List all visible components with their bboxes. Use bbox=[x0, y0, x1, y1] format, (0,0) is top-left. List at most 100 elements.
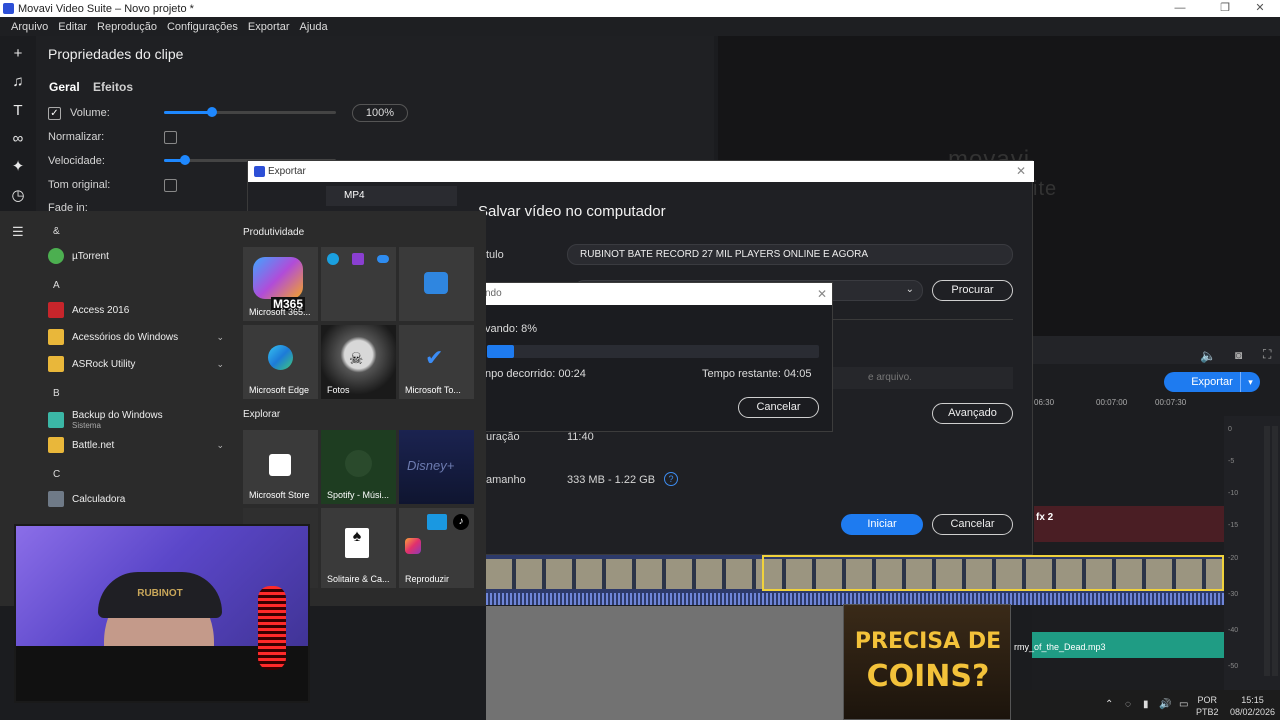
progress-dialog-title: ndo bbox=[485, 288, 502, 299]
start-button[interactable]: Iniciar bbox=[841, 514, 923, 535]
speed-label: Velocidade: bbox=[48, 155, 105, 167]
meter-tick: -30 bbox=[1228, 591, 1239, 598]
tile-todo[interactable]: ✔ Microsoft To... bbox=[399, 325, 474, 399]
cards-icon: ♠ bbox=[345, 528, 369, 558]
meter-tick: -5 bbox=[1228, 458, 1235, 465]
cancel-export-button[interactable]: Cancelar bbox=[932, 514, 1013, 535]
volume-value[interactable]: 100% bbox=[352, 104, 408, 122]
close-icon[interactable]: ✕ bbox=[1016, 161, 1026, 182]
video-track[interactable] bbox=[486, 555, 1224, 605]
app-utorrent[interactable]: µTorrent bbox=[48, 245, 228, 267]
clock-date: 08/02/2026 bbox=[1230, 707, 1276, 717]
original-tone-checkbox[interactable] bbox=[164, 179, 177, 192]
tile-store[interactable]: Microsoft Store bbox=[243, 430, 318, 504]
title-input[interactable]: RUBINOT BATE RECORD 27 MIL PLAYERS ONLIN… bbox=[567, 244, 1013, 265]
tile-reproduzir[interactable]: ♪ Reproduzir bbox=[399, 508, 474, 588]
letter-header[interactable]: A bbox=[53, 280, 60, 291]
app-access[interactable]: Access 2016 bbox=[48, 299, 228, 321]
tile-label: Microsoft To... bbox=[405, 385, 461, 395]
menu-ajuda[interactable]: Ajuda bbox=[300, 21, 328, 33]
tab-geral[interactable]: Geral bbox=[49, 80, 80, 94]
window-title: Movavi Video Suite – Novo projeto * bbox=[18, 2, 194, 15]
tile-label: Microsoft 365... bbox=[249, 307, 311, 317]
fullscreen-icon[interactable]: ⛶ bbox=[1263, 347, 1271, 362]
disney-logo: Disney+ bbox=[407, 458, 455, 473]
tile-edge[interactable]: Microsoft Edge bbox=[243, 325, 318, 399]
app-acessorios[interactable]: Acessórios do Windows ⌄ bbox=[48, 326, 228, 348]
title-label: tulo bbox=[486, 249, 504, 261]
preview-watermark-2: ite bbox=[1033, 178, 1058, 200]
monitor-icon[interactable]: ▭ bbox=[1179, 699, 1188, 710]
video-clip-fx[interactable] bbox=[1034, 506, 1224, 542]
app-label: Battle.net bbox=[72, 439, 115, 451]
tile-m365[interactable]: M365 Microsoft 365... bbox=[243, 247, 318, 321]
format-mp4[interactable]: MP4 bbox=[326, 186, 457, 206]
normalize-checkbox[interactable] bbox=[164, 131, 177, 144]
app-calculadora[interactable]: Calculadora bbox=[48, 488, 228, 510]
microphone bbox=[258, 586, 286, 670]
volume-checkbox[interactable]: ✓ bbox=[48, 107, 61, 120]
letter-header[interactable]: B bbox=[53, 388, 60, 399]
volume-slider-fill bbox=[164, 111, 213, 114]
desktop-background bbox=[486, 606, 846, 720]
add-icon[interactable]: + bbox=[8, 44, 28, 64]
tile-fotos[interactable]: ☠ Fotos bbox=[321, 325, 396, 399]
letter-header[interactable]: C bbox=[53, 469, 60, 480]
store-icon bbox=[269, 454, 291, 476]
snapshot-icon[interactable]: ◙ bbox=[1235, 348, 1242, 362]
usb-icon[interactable]: ▮ bbox=[1143, 699, 1149, 710]
volume-icon[interactable]: 🔈 bbox=[1200, 348, 1216, 364]
tile-label: Solitaire & Ca... bbox=[327, 574, 390, 584]
app-backup[interactable]: Backup do Windows Sistema bbox=[48, 406, 228, 434]
browse-button[interactable]: Procurar bbox=[932, 280, 1013, 301]
menu-exportar[interactable]: Exportar bbox=[248, 21, 290, 33]
keyboard-layout[interactable]: POR PTB2 bbox=[1196, 694, 1219, 718]
maximize-button[interactable]: ❐ bbox=[1205, 0, 1245, 17]
volume-slider[interactable] bbox=[164, 107, 336, 117]
speaker-icon[interactable]: 🔊 bbox=[1159, 699, 1171, 710]
menu-configuracoes[interactable]: Configurações bbox=[167, 21, 238, 33]
size-value: 333 MB - 1.22 GB bbox=[567, 474, 656, 486]
hamburger-icon[interactable]: ☰ bbox=[12, 224, 24, 240]
minimize-button[interactable]: — bbox=[1160, 0, 1200, 17]
cancel-progress-button[interactable]: Cancelar bbox=[738, 397, 819, 418]
tile-outlook[interactable] bbox=[399, 247, 474, 321]
effects-icon[interactable]: ✦ bbox=[8, 157, 28, 177]
utorrent-icon bbox=[48, 248, 64, 264]
volume-slider-knob[interactable] bbox=[207, 107, 218, 117]
tile-spotify[interactable]: Spotify - Músi... bbox=[321, 430, 396, 504]
tab-efeitos[interactable]: Efeitos bbox=[93, 80, 133, 94]
folder-icon bbox=[48, 329, 64, 345]
close-button[interactable]: ✕ bbox=[1240, 0, 1280, 17]
text-icon[interactable]: T bbox=[8, 101, 28, 121]
help-icon[interactable]: ? bbox=[664, 472, 678, 486]
menu-reproducao[interactable]: Reprodução bbox=[97, 21, 157, 33]
transitions-icon[interactable]: ∞ bbox=[8, 129, 28, 149]
close-icon[interactable]: ✕ bbox=[817, 283, 827, 305]
speed-slider-knob[interactable] bbox=[179, 155, 190, 165]
advanced-button[interactable]: Avançado bbox=[932, 403, 1013, 424]
network-icon[interactable]: ◌ bbox=[1125, 699, 1131, 710]
app-battlenet[interactable]: Battle.net ⌄ bbox=[48, 434, 228, 456]
level-meter: 0 -5 -10 -15 -20 -30 -40 -50 bbox=[1224, 416, 1280, 691]
chevron-up-icon[interactable]: ⌃ bbox=[1105, 699, 1113, 710]
timecode-2: 00:07:00 bbox=[1096, 398, 1128, 407]
app-asrock[interactable]: ASRock Utility ⌄ bbox=[48, 353, 228, 375]
outlook-icon bbox=[424, 272, 448, 294]
menu-arquivo[interactable]: Arquivo bbox=[11, 21, 48, 33]
letter-header[interactable]: & bbox=[53, 226, 60, 237]
promo-banner: PRECISA DE COINS? bbox=[843, 604, 1011, 720]
tile-label: Microsoft Store bbox=[249, 490, 310, 500]
app-label: Calculadora bbox=[72, 493, 126, 505]
menu-editar[interactable]: Editar bbox=[58, 21, 87, 33]
clock[interactable]: 15:15 08/02/2026 bbox=[1230, 694, 1275, 718]
timeline-area: 🔈 ◙ ⛶ Exportar ▾ 06:30 00:07:00 00:07:30… bbox=[1014, 336, 1280, 691]
tile-disney[interactable]: Disney+ bbox=[399, 430, 474, 504]
timer-icon[interactable]: ◷ bbox=[8, 186, 28, 206]
app-label: Acessórios do Windows bbox=[72, 331, 179, 343]
tile-office-folder[interactable] bbox=[321, 247, 396, 321]
export-dropdown-icon[interactable]: ▾ bbox=[1240, 372, 1260, 392]
music-icon[interactable]: ♫ bbox=[8, 72, 28, 92]
tile-solitaire[interactable]: ♠ Solitaire & Ca... bbox=[321, 508, 396, 588]
file-hint-box: e arquivo. bbox=[808, 367, 1013, 389]
